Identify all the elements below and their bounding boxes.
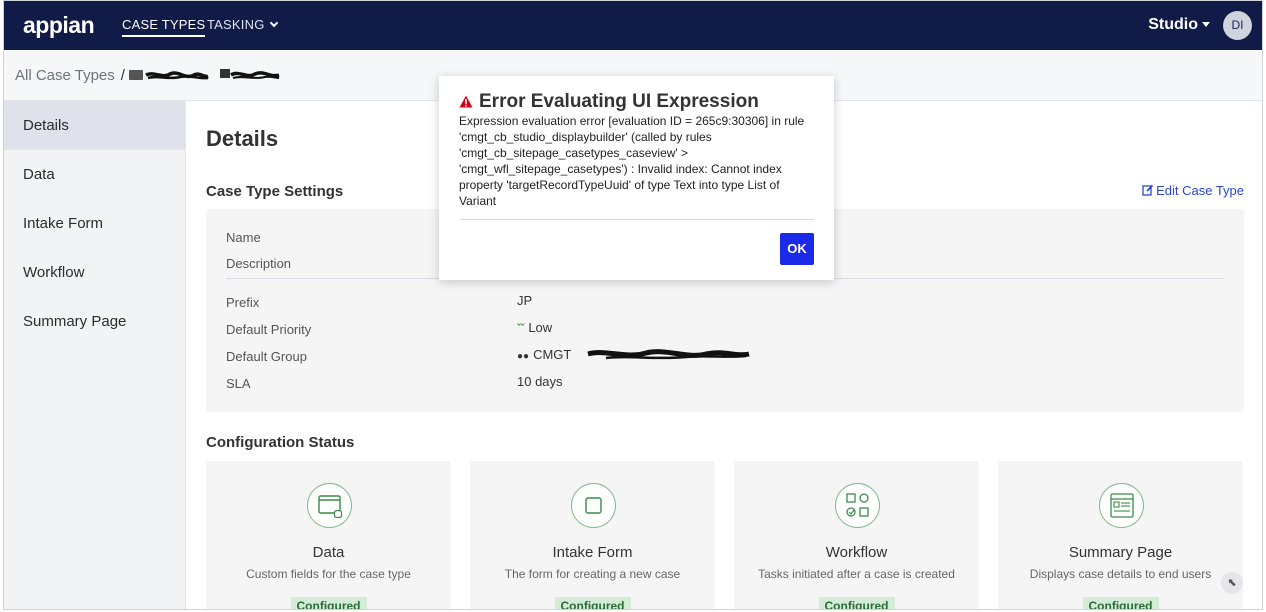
divider <box>459 219 814 220</box>
warning-icon <box>459 95 473 108</box>
dialog-title: Error Evaluating UI Expression <box>459 91 759 113</box>
app-frame: appian CASE TYPES TASKING Studio DI All … <box>3 0 1263 610</box>
error-dialog: Error Evaluating UI Expression Expressio… <box>439 76 834 280</box>
dialog-title-text: Error Evaluating UI Expression <box>479 91 759 112</box>
error-message: Expression evaluation error [evaluation … <box>459 114 805 208</box>
ok-button[interactable]: OK <box>780 233 814 265</box>
